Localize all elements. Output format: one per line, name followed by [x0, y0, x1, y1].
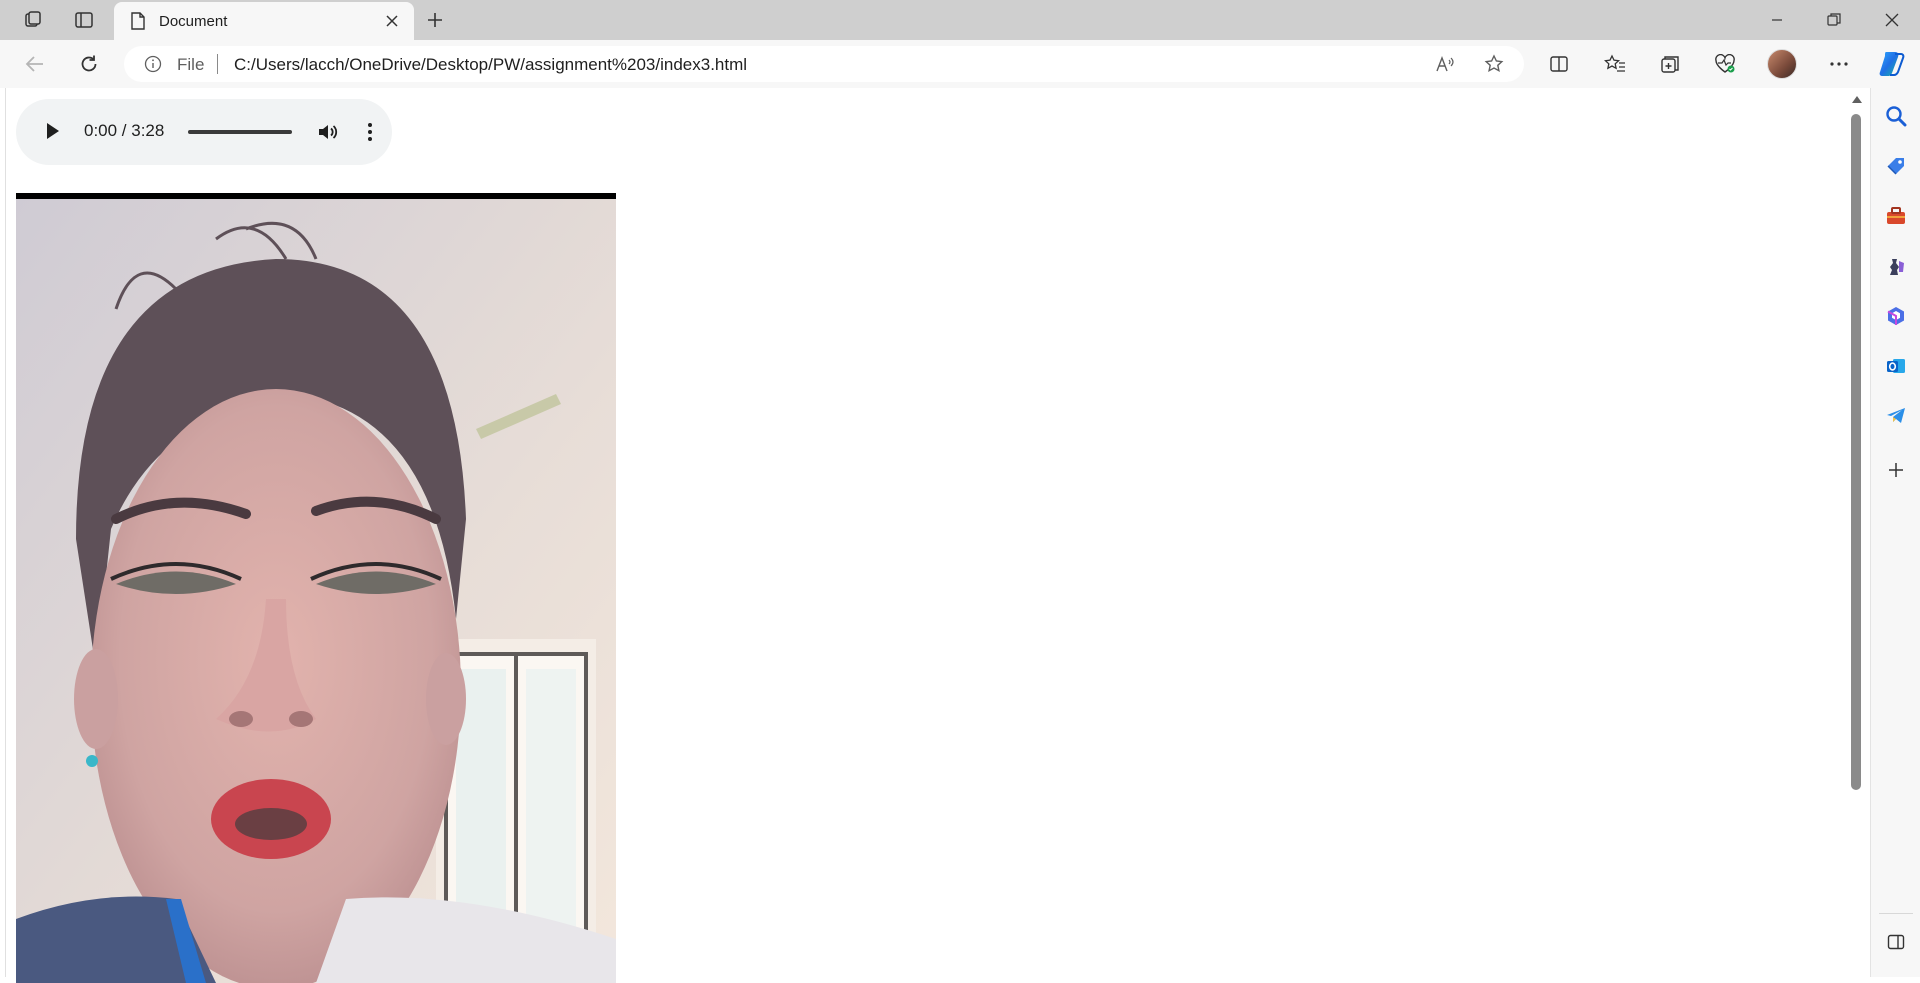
address-separator	[217, 54, 218, 74]
video-frame	[16, 199, 616, 983]
new-tab-button[interactable]	[420, 6, 450, 34]
audio-progress-track[interactable]	[188, 130, 292, 134]
page-viewport: 0:00 / 3:28	[5, 88, 1848, 983]
favorite-star-icon[interactable]	[1483, 54, 1505, 74]
more-options-icon[interactable]	[1824, 50, 1854, 78]
video-player[interactable]	[16, 193, 616, 983]
tab-document[interactable]: Document	[114, 2, 414, 40]
close-window-button[interactable]	[1864, 0, 1920, 40]
profile-avatar[interactable]	[1767, 49, 1797, 79]
audio-player[interactable]: 0:00 / 3:28	[16, 99, 392, 165]
page-scrollbar[interactable]	[1848, 88, 1864, 977]
favorites-icon[interactable]	[1600, 50, 1630, 78]
edge-sidebar	[1870, 88, 1920, 977]
play-icon[interactable]	[44, 121, 62, 141]
volume-icon[interactable]	[316, 120, 340, 144]
browser-essentials-icon[interactable]	[1710, 50, 1740, 78]
address-bar[interactable]: File C:/Users/lacch/OneDrive/Desktop/PW/…	[124, 46, 1524, 82]
address-url[interactable]: C:/Users/lacch/OneDrive/Desktop/PW/assig…	[234, 55, 747, 75]
close-tab-icon[interactable]	[382, 11, 402, 31]
info-icon[interactable]	[144, 55, 162, 73]
outlook-icon[interactable]	[1884, 354, 1908, 378]
tab-actions-icon[interactable]	[67, 6, 101, 34]
scroll-up-arrow-icon[interactable]	[1852, 96, 1862, 103]
games-icon[interactable]	[1884, 254, 1908, 278]
back-button[interactable]	[18, 48, 52, 80]
audio-more-options-icon[interactable]	[366, 120, 374, 144]
read-aloud-icon[interactable]	[1434, 54, 1456, 74]
shopping-tag-icon[interactable]	[1884, 154, 1908, 178]
audio-time: 0:00 / 3:28	[84, 121, 165, 140]
copilot-icon[interactable]	[1876, 48, 1908, 80]
sidebar-toggle-icon[interactable]	[1884, 930, 1908, 954]
microsoft365-icon[interactable]	[1884, 304, 1908, 328]
add-icon[interactable]	[1884, 458, 1908, 482]
refresh-button[interactable]	[72, 48, 106, 80]
split-screen-icon[interactable]	[1544, 50, 1574, 78]
collections-icon[interactable]	[1655, 50, 1685, 78]
tab-title: Document	[159, 13, 228, 30]
title-bar: Document	[0, 0, 1920, 40]
workspaces-icon[interactable]	[16, 6, 50, 34]
scroll-thumb[interactable]	[1851, 114, 1861, 790]
minimize-button[interactable]	[1749, 0, 1805, 40]
search-icon[interactable]	[1884, 104, 1908, 128]
sidebar-divider	[1879, 913, 1913, 914]
address-scheme-label: File	[177, 55, 205, 74]
document-icon	[130, 12, 146, 30]
telegram-icon[interactable]	[1884, 404, 1908, 428]
browser-toolbar: File C:/Users/lacch/OneDrive/Desktop/PW/…	[0, 40, 1920, 88]
restore-button[interactable]	[1806, 0, 1862, 40]
toolbox-icon[interactable]	[1884, 204, 1908, 228]
